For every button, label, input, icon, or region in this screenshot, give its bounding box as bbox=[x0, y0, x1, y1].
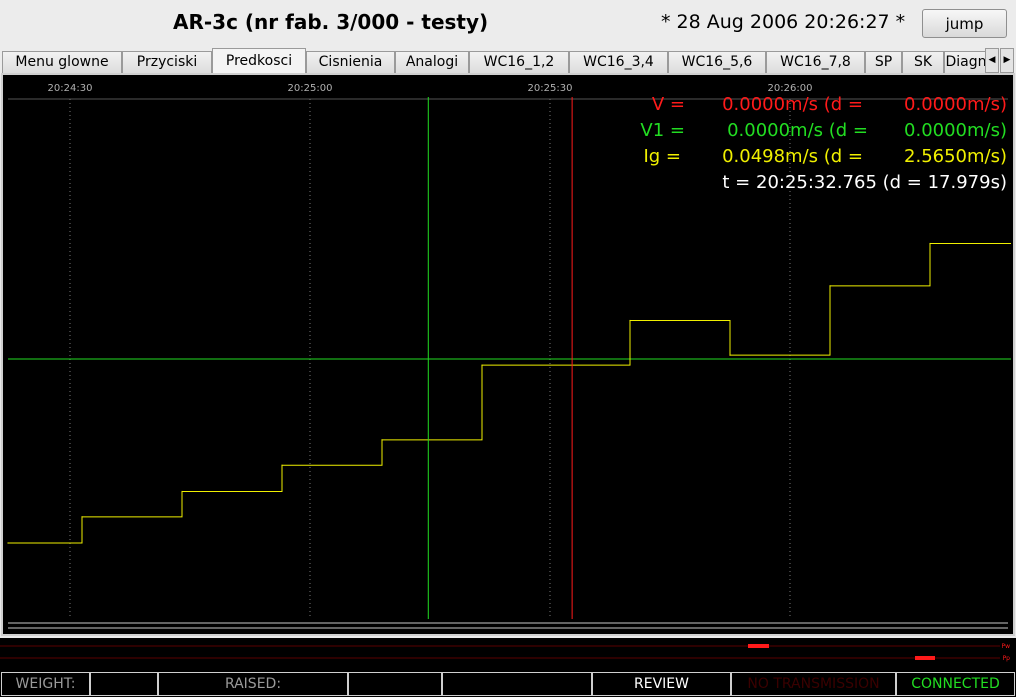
series-ig-point bbox=[81, 516, 83, 518]
series-ig-point bbox=[7, 542, 9, 544]
current-datetime: * 28 Aug 2006 20:26:27 * bbox=[661, 11, 906, 33]
series-ig-point bbox=[629, 319, 631, 322]
strip-label-pw: Pw bbox=[1001, 643, 1010, 650]
readout-ig-delta: 2.5650m/s) bbox=[904, 146, 1007, 167]
readout-time: t = 20:25:32.765 (d = 17.979s) bbox=[722, 172, 1007, 193]
tab-wc16-5-6[interactable]: WC16_5,6 bbox=[668, 51, 766, 74]
pp-event-marker bbox=[915, 656, 935, 660]
tab-predkosci[interactable]: Predkosci bbox=[212, 48, 306, 75]
window-title: AR-3c (nr fab. 3/000 - testy) bbox=[173, 10, 489, 34]
tab-menu-glowne[interactable]: Menu glowne bbox=[2, 51, 122, 74]
series-ig-point bbox=[729, 354, 731, 356]
series-ig-line bbox=[8, 243, 1011, 544]
weight-value bbox=[90, 672, 158, 696]
tab-scroll-right-icon[interactable]: ▶ bbox=[1000, 48, 1014, 73]
series-ig-point bbox=[929, 242, 931, 245]
connected-indicator: CONNECTED bbox=[896, 672, 1015, 696]
readout-v1-name: V1 = bbox=[640, 120, 685, 141]
weight-label: WEIGHT: bbox=[1, 672, 90, 696]
chart-area[interactable]: 20:24:30 20:25:00 20:25:30 20:26:00 V = 0.00… bbox=[1, 73, 1015, 636]
tab-sp[interactable]: SP bbox=[865, 51, 902, 74]
tab-przyciski[interactable]: Przyciski bbox=[122, 51, 212, 74]
tab-wc16-1-2[interactable]: WC16_1,2 bbox=[469, 51, 569, 74]
jump-button[interactable]: jump bbox=[922, 9, 1007, 38]
strip-label-pp: Pp bbox=[1003, 655, 1011, 662]
readout-v1-value: 0.0000m/s (d = bbox=[727, 120, 868, 141]
no-transmission-indicator: NO TRANSMISSION bbox=[731, 672, 896, 696]
tab-cisnienia[interactable]: Cisnienia bbox=[306, 51, 395, 74]
series-ig-point bbox=[281, 464, 283, 466]
event-strip: Pw Pp bbox=[0, 638, 1016, 671]
raised-value bbox=[348, 672, 442, 696]
tab-wc16-3-4[interactable]: WC16_3,4 bbox=[569, 51, 668, 74]
tab-diagn[interactable]: Diagn bbox=[944, 51, 988, 74]
series-ig-point bbox=[181, 490, 183, 493]
x-tick-label: 20:24:30 bbox=[48, 83, 93, 94]
tab-wc16-7-8[interactable]: WC16_7,8 bbox=[766, 51, 865, 74]
tab-sk[interactable]: SK bbox=[902, 51, 944, 74]
readout-v1-delta: 0.0000m/s) bbox=[904, 120, 1007, 141]
x-tick-label: 20:26:00 bbox=[768, 83, 813, 94]
status-bar: WEIGHT: RAISED: REVIEW NO TRANSMISSION C… bbox=[0, 671, 1016, 697]
tab-bar: Menu glowne Przyciski Predkosci Cisnienia An… bbox=[0, 48, 1016, 75]
app-window: AR-3c (nr fab. 3/000 - testy) * 28 Aug 2… bbox=[0, 0, 1016, 697]
series-ig-point bbox=[829, 285, 831, 287]
event-strip-graph: Pw Pp bbox=[0, 643, 1011, 662]
review-indicator[interactable]: REVIEW bbox=[592, 672, 731, 696]
tab-analogi[interactable]: Analogi bbox=[395, 51, 469, 74]
speed-chart[interactable]: 20:24:30 20:25:00 20:25:30 20:26:00 V = 0.00… bbox=[3, 75, 1013, 634]
readout-ig-value: 0.0498m/s (d = bbox=[722, 146, 863, 167]
x-tick-label: 20:25:30 bbox=[528, 83, 573, 94]
tab-scroll-left-icon[interactable]: ◀ bbox=[985, 48, 999, 73]
series-ig-point bbox=[381, 439, 383, 441]
readout-ig-name: Ig = bbox=[643, 146, 681, 167]
series-ig-point bbox=[481, 364, 483, 366]
header: AR-3c (nr fab. 3/000 - testy) * 28 Aug 2… bbox=[0, 0, 1016, 48]
raised-label: RAISED: bbox=[158, 672, 348, 696]
readout-v-value: 0.0000m/s (d = bbox=[722, 94, 863, 115]
readout-v-name: V = bbox=[652, 94, 685, 115]
x-tick-label: 20:25:00 bbox=[288, 83, 333, 94]
pw-event-marker bbox=[748, 644, 769, 648]
readout-v-delta: 0.0000m/s) bbox=[904, 94, 1007, 115]
status-empty-cell bbox=[442, 672, 592, 696]
